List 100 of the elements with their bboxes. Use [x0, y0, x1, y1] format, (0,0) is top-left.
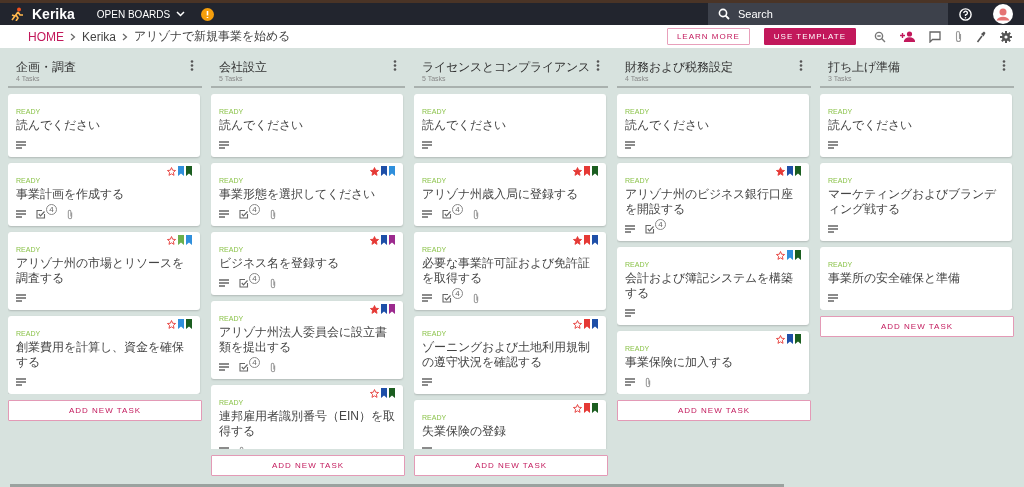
- star-icon[interactable]: [167, 166, 176, 176]
- task-title: アリゾナ州歳入局に登録する: [422, 187, 579, 202]
- add-task-button[interactable]: ADD NEW TASK: [414, 455, 608, 476]
- notes-icon: [828, 294, 838, 302]
- task-title: 会計および簿記システムを構築する: [625, 271, 794, 301]
- task-title: 必要な事業許可証および免許証を取得する: [422, 256, 591, 286]
- star-icon[interactable]: [167, 235, 176, 245]
- task-title: アリゾナ州法人委員会に設立書類を提出する: [219, 325, 388, 355]
- star-icon[interactable]: [573, 235, 582, 245]
- column-title: 企画・調査: [16, 60, 76, 74]
- chevron-down-icon: [176, 11, 186, 17]
- notes-icon: [422, 378, 432, 386]
- task-title: 事業形態を選択してください: [219, 187, 376, 202]
- task-title: 読んでください: [422, 118, 507, 133]
- checklist-count: 4: [46, 204, 57, 215]
- star-icon[interactable]: [776, 166, 785, 176]
- breadcrumb-item[interactable]: アリゾナで新規事業を始める: [134, 28, 290, 45]
- checklist-icon: [36, 209, 46, 219]
- checklist-icon: [442, 209, 452, 219]
- star-icon[interactable]: [776, 250, 785, 260]
- column-title: 財務および税務設定: [625, 60, 733, 74]
- more-vertical-icon[interactable]: [190, 60, 194, 71]
- checklist-count: 4: [452, 204, 463, 215]
- more-vertical-icon[interactable]: [799, 60, 803, 71]
- task-title: 事業所の安全確保と準備: [828, 271, 961, 286]
- star-icon[interactable]: [573, 166, 582, 176]
- checklist-icon: [239, 209, 249, 219]
- task-title: マーケティングおよびブランディング戦する: [828, 187, 997, 217]
- checklist-count: 4: [655, 219, 666, 230]
- add-task-button[interactable]: ADD NEW TASK: [211, 455, 405, 476]
- task-title: アリゾナ州の市場とリソースを調査する: [16, 256, 185, 286]
- star-icon[interactable]: [370, 304, 379, 314]
- notes-icon: [625, 309, 635, 317]
- more-vertical-icon[interactable]: [393, 60, 397, 71]
- star-icon[interactable]: [167, 319, 176, 329]
- notes-icon: [625, 378, 635, 386]
- checklist-count: 4: [249, 204, 260, 215]
- notes-icon: [219, 363, 229, 371]
- notes-icon: [828, 141, 838, 149]
- notes-icon: [16, 294, 26, 302]
- more-vertical-icon[interactable]: [1002, 60, 1006, 71]
- alert-icon[interactable]: [201, 7, 215, 21]
- add-task-button[interactable]: ADD NEW TASK: [8, 400, 202, 421]
- checklist-count: 4: [249, 357, 260, 368]
- chevron-right-icon: [122, 32, 128, 41]
- task-title: 読んでください: [828, 118, 913, 133]
- breadcrumb-item[interactable]: Kerika: [82, 29, 116, 44]
- checklist-icon: [239, 362, 249, 372]
- notes-icon: [625, 225, 635, 233]
- help-icon[interactable]: [958, 7, 972, 21]
- open-boards-menu[interactable]: OPEN BOARDS: [96, 8, 186, 20]
- star-icon[interactable]: [573, 403, 582, 413]
- horizontal-scrollbar[interactable]: [10, 484, 784, 487]
- notes-icon: [625, 141, 635, 149]
- task-title: アリゾナ州のビジネス銀行口座を開設する: [625, 187, 794, 217]
- notes-icon: [16, 141, 26, 149]
- use-template-button[interactable]: USE TEMPLATE: [763, 28, 856, 45]
- column-title: 打ち上げ準備: [828, 60, 900, 74]
- star-icon[interactable]: [370, 166, 379, 176]
- notes-icon: [422, 141, 432, 149]
- add-task-button[interactable]: ADD NEW TASK: [820, 316, 1014, 337]
- learn-more-button[interactable]: LEARN MORE: [666, 28, 750, 45]
- notes-icon: [219, 210, 229, 218]
- checklist-count: 4: [249, 273, 260, 284]
- search-field[interactable]: Search: [708, 3, 948, 25]
- more-vertical-icon[interactable]: [596, 60, 600, 71]
- notes-icon: [219, 141, 229, 149]
- star-icon[interactable]: [573, 319, 582, 329]
- star-icon[interactable]: [370, 388, 379, 398]
- column-title: 会社設立: [219, 60, 267, 74]
- checklist-icon: [645, 224, 655, 234]
- star-icon[interactable]: [370, 235, 379, 245]
- notes-icon: [16, 378, 26, 386]
- avatar-icon[interactable]: [993, 4, 1014, 24]
- star-icon[interactable]: [776, 334, 785, 344]
- search-icon: [718, 8, 730, 20]
- task-title: 読んでください: [219, 118, 304, 133]
- checklist-icon: [442, 293, 452, 303]
- runner-logo-icon: [10, 7, 24, 21]
- add-person-icon[interactable]: [900, 31, 915, 42]
- home-link[interactable]: HOME: [28, 29, 64, 44]
- notes-icon: [219, 279, 229, 287]
- brush-icon[interactable]: [976, 30, 986, 43]
- task-title: 創業費用を計算し、資金を確保する: [16, 340, 185, 370]
- add-task-button[interactable]: ADD NEW TASK: [617, 400, 811, 421]
- notes-icon: [422, 210, 432, 218]
- checklist-count: 4: [452, 288, 463, 299]
- notes-icon: [422, 294, 432, 302]
- app-name: Kerika: [32, 6, 75, 22]
- chat-icon[interactable]: [929, 30, 941, 43]
- settings-icon[interactable]: [1000, 30, 1012, 43]
- notes-icon: [16, 210, 26, 218]
- chevron-right-icon: [70, 32, 76, 41]
- paperclip-icon[interactable]: [955, 30, 962, 43]
- task-title: 読んでください: [16, 118, 101, 133]
- notes-icon: [828, 225, 838, 233]
- checklist-icon: [239, 278, 249, 288]
- zoom-out-icon[interactable]: [874, 30, 886, 43]
- task-title: 失業保険の登録: [422, 424, 507, 439]
- task-title: 事業計画を作成する: [16, 187, 125, 202]
